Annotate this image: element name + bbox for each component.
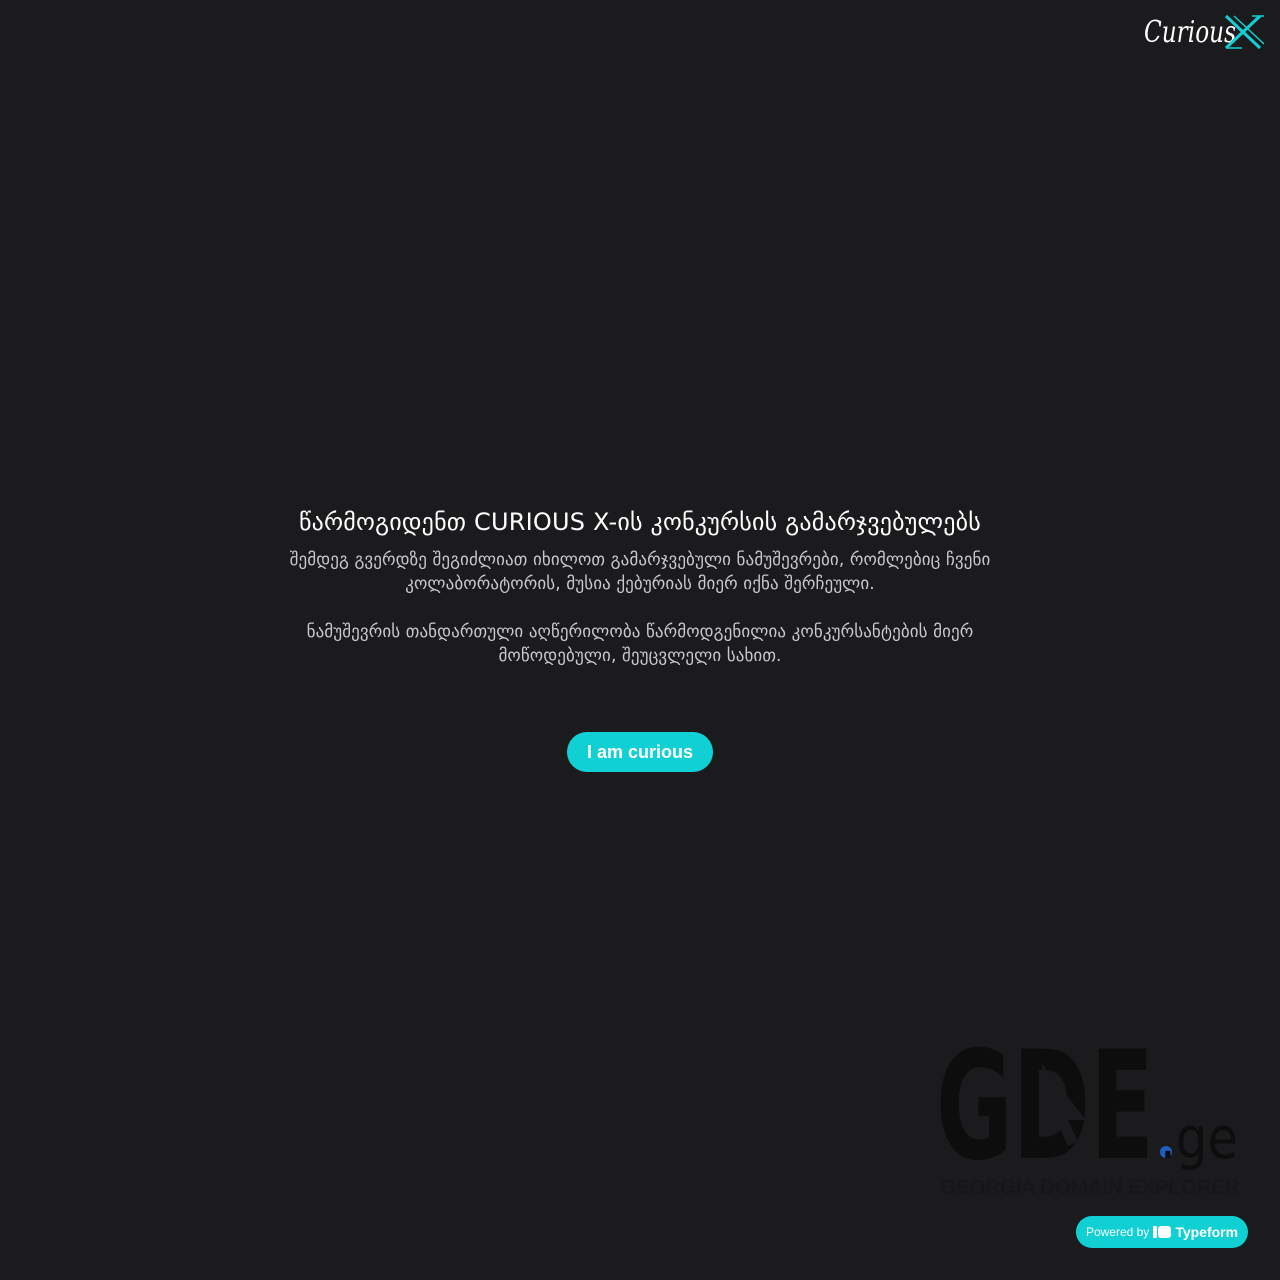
description-paragraph-2: ნამუშევრის თანდართული აღწერილობა წარმოდგ…	[306, 622, 974, 666]
welcome-title: წარმოგიდენთ CURIOUS X-ის კონკურსის გამარ…	[298, 508, 982, 536]
typeform-icon	[1153, 1226, 1172, 1238]
typeform-welcome-screen: Curious წარმოგიდენთ CURIOUS X-ის კონკურს…	[0, 0, 1280, 1280]
powered-by-typeform-badge[interactable]: Powered by Typeform	[1076, 1216, 1248, 1248]
gde-logo-suffix: .ge	[1160, 1104, 1238, 1172]
powered-by-label: Powered by	[1085, 1225, 1150, 1239]
typeform-label: Typeform	[1175, 1224, 1239, 1240]
gde-caption: GEORGIA DOMAIN EXPLORER	[940, 1176, 1240, 1199]
description-paragraph-1: შემდეგ გვერდზე შეგიძლიათ იხილოთ გამარჯვე…	[289, 550, 991, 594]
brand-logo-text: Curious	[1144, 15, 1236, 50]
curious-x-logo: Curious	[1144, 14, 1264, 50]
start-button[interactable]: I am curious	[567, 732, 713, 772]
welcome-content: წარმოგიდენთ CURIOUS X-ის კონკურსის გამარ…	[280, 504, 1000, 668]
welcome-description: შემდეგ გვერდზე შეგიძლიათ იხილოთ გამარჯვე…	[280, 548, 1000, 668]
